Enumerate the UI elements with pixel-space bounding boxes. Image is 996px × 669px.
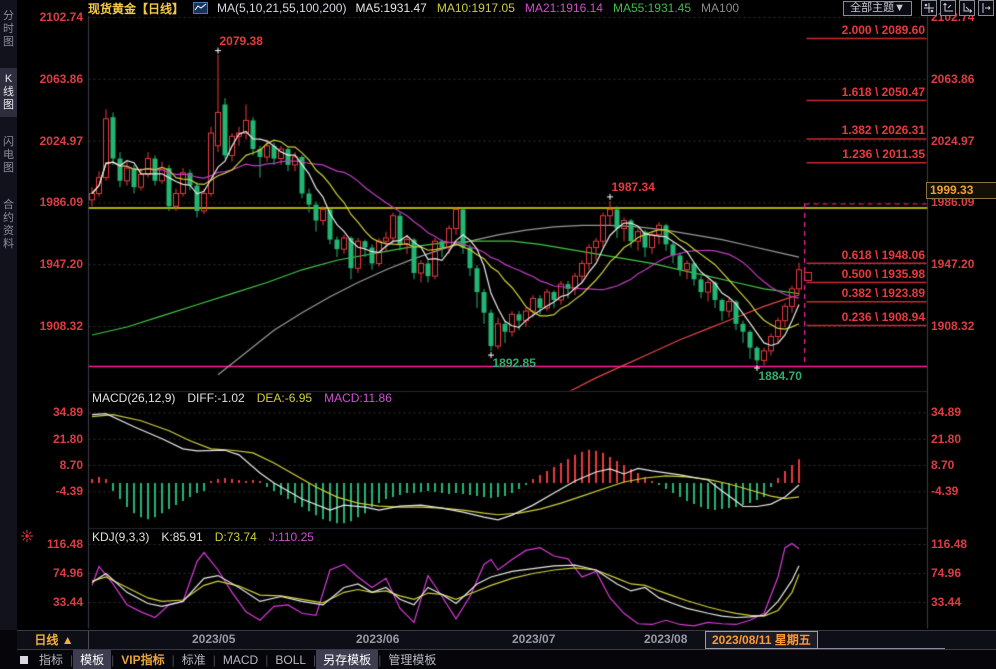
axis-tick: 116.48 bbox=[47, 537, 83, 551]
sidebar-item-2[interactable]: 闪电图 bbox=[0, 131, 17, 180]
tab-7[interactable]: 管理模板 bbox=[381, 650, 443, 669]
indicator-settings-icon[interactable] bbox=[21, 529, 33, 547]
date-axis-row: 日线 ▲ 2023/05 2023/06 2023/07 2023/08 2023/0… bbox=[17, 630, 996, 650]
sidebar-item-3[interactable]: 合约资料 bbox=[0, 194, 17, 256]
trading-app-window: 分时图 K线图闪电图合约资料 现货黄金【日线】 MA(5,10,21,55,100… bbox=[0, 0, 996, 669]
tab-2[interactable]: VIP指标 bbox=[114, 650, 171, 669]
tab-0[interactable]: 指标 bbox=[32, 650, 70, 669]
price-tag: 1999.33 bbox=[926, 182, 996, 199]
fib-level-label-5: 0.500 \ 1935.98 bbox=[805, 267, 925, 281]
axis-tick: 2024.97 bbox=[931, 134, 974, 148]
axis-tick: 8.70 bbox=[931, 458, 954, 472]
axis-tick: -4.39 bbox=[931, 484, 958, 498]
axis-tick: 1908.32 bbox=[931, 319, 974, 333]
period-selector[interactable]: 日线 ▲ bbox=[20, 631, 89, 649]
axis-tick: 21.80 bbox=[53, 432, 83, 446]
sidebar-item-1[interactable]: K线图 bbox=[0, 68, 17, 117]
fib-level-label-2: 1.382 \ 2026.31 bbox=[805, 123, 925, 137]
ma-values: MA5:1931.47 MA10:1917.05 MA21:1916.14 MA55:… bbox=[355, 1, 739, 15]
axis-tick: 2063.86 bbox=[931, 72, 974, 86]
price-chart-canvas[interactable] bbox=[0, 0, 996, 669]
tab-5[interactable]: BOLL bbox=[268, 652, 313, 668]
axis-tick: 34.89 bbox=[53, 405, 83, 419]
axis-tick: 74.96 bbox=[931, 566, 961, 580]
ma-value-1: MA10:1917.05 bbox=[437, 1, 515, 15]
tab-3[interactable]: 标准 bbox=[175, 650, 213, 669]
ma-value-0: MA5:1931.47 bbox=[355, 1, 426, 15]
macd-diff-value: DIFF:-1.02 bbox=[187, 391, 244, 405]
left-sidebar: 分时图 K线图闪电图合约资料 bbox=[0, 0, 17, 630]
toolbar-icons bbox=[921, 0, 994, 16]
price-annotation-3: 1884.70 bbox=[759, 369, 802, 383]
kdj-title[interactable]: KDJ(9,3,3) bbox=[92, 530, 149, 544]
date-axis-label-2: 2023/07 bbox=[512, 632, 555, 646]
current-date-label: 2023/08/11 星期五 bbox=[705, 631, 818, 649]
axis-tick: 1908.32 bbox=[40, 319, 83, 333]
ma-value-2: MA21:1916.14 bbox=[525, 1, 603, 15]
fib-level-label-1: 1.618 \ 2050.47 bbox=[805, 85, 925, 99]
sidebar-item-0[interactable]: 分时图 bbox=[0, 5, 17, 54]
ma-settings-label[interactable]: MA(5,10,21,55,100,200) bbox=[217, 1, 346, 15]
ma-value-4: MA100 bbox=[701, 1, 739, 15]
fib-level-label-3: 1.236 \ 2011.35 bbox=[805, 147, 925, 161]
date-axis-label-1: 2023/06 bbox=[356, 632, 399, 646]
axis-fit-icon[interactable] bbox=[940, 0, 956, 16]
fib-level-label-4: 0.618 \ 1948.06 bbox=[805, 248, 925, 262]
kdj-header: KDJ(9,3,3) K:85.91 D:73.74 J:110.25 bbox=[92, 530, 314, 544]
axis-tick: 33.44 bbox=[931, 595, 961, 609]
axis-tick: 34.89 bbox=[931, 405, 961, 419]
kdj-k-value: K:85.91 bbox=[161, 530, 202, 544]
chart-icon bbox=[193, 2, 208, 14]
axis-tick: 21.80 bbox=[931, 432, 961, 446]
ma-value-3: MA55:1931.45 bbox=[613, 1, 691, 15]
chart-header: 现货黄金【日线】 MA(5,10,21,55,100,200) MA5:1931… bbox=[88, 0, 994, 16]
theme-dropdown-button[interactable]: 全部主题▼ bbox=[843, 1, 912, 16]
price-annotation-2: 1892.85 bbox=[493, 356, 536, 370]
price-annotation-0: 2079.38 bbox=[220, 34, 263, 48]
date-axis-label-3: 2023/08 bbox=[644, 632, 687, 646]
axis-tick: 1947.20 bbox=[40, 257, 83, 271]
axis-tick: -4.39 bbox=[56, 484, 83, 498]
macd-hist-value: MACD:11.86 bbox=[324, 391, 392, 405]
date-axis-label-0: 2023/05 bbox=[192, 632, 235, 646]
axis-scale-icon[interactable] bbox=[959, 0, 975, 16]
axis-tick: 2102.74 bbox=[40, 10, 83, 24]
price-annotation-1: 1987.34 bbox=[612, 180, 655, 194]
axis-tick: 116.48 bbox=[931, 537, 967, 551]
fib-level-label-6: 0.382 \ 1923.89 bbox=[805, 286, 925, 300]
axis-tick: 74.96 bbox=[53, 566, 83, 580]
axis-tick: 2024.97 bbox=[40, 134, 83, 148]
axis-tick: 1947.20 bbox=[931, 257, 974, 271]
scroll-right-icon[interactable] bbox=[978, 0, 994, 16]
grid-icon[interactable] bbox=[20, 656, 28, 664]
axis-tick: 2063.86 bbox=[40, 72, 83, 86]
kdj-j-value: J:110.25 bbox=[269, 530, 314, 544]
macd-header: MACD(26,12,9) DIFF:-1.02 DEA:-6.95 MACD:… bbox=[92, 391, 392, 405]
axis-tick: 1986.09 bbox=[40, 195, 83, 209]
bottom-tab-bar: 指标|模板|VIP指标|标准|MACD|BOLL|另存模板|管理模板 bbox=[17, 650, 996, 669]
macd-dea-value: DEA:-6.95 bbox=[257, 391, 312, 405]
macd-title[interactable]: MACD(26,12,9) bbox=[92, 391, 175, 405]
fib-level-label-7: 0.236 \ 1908.94 bbox=[805, 310, 925, 324]
axis-tick: 33.44 bbox=[53, 595, 83, 609]
fib-level-label-0: 2.000 \ 2089.60 bbox=[805, 23, 925, 37]
axis-tick: 8.70 bbox=[60, 458, 83, 472]
tab-1[interactable]: 模板 bbox=[73, 650, 111, 669]
symbol-title: 现货黄金【日线】 bbox=[88, 0, 184, 17]
move-icon[interactable] bbox=[921, 0, 937, 16]
tab-4[interactable]: MACD bbox=[216, 652, 265, 668]
kdj-d-value: D:73.74 bbox=[215, 530, 257, 544]
tab-6[interactable]: 另存模板 bbox=[316, 650, 378, 669]
